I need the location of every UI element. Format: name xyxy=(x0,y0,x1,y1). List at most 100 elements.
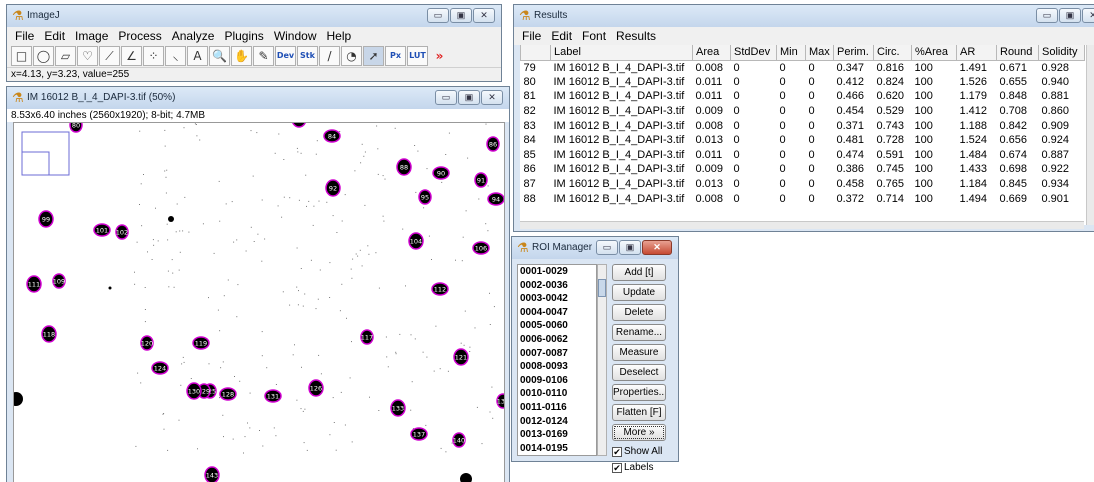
menu-image[interactable]: Image xyxy=(75,29,108,43)
table-row[interactable]: 88 IM 16012 B_I_4_DAPI-3.tif 0.008 0 0 0 0.372… xyxy=(521,191,1085,206)
list-item[interactable]: 0006-0062 xyxy=(518,333,596,347)
oval-tool-icon[interactable]: ◯ xyxy=(33,46,54,66)
column-header[interactable]: Min xyxy=(776,45,806,61)
text-tool-icon[interactable]: A xyxy=(187,46,208,66)
add-button[interactable]: Add [t] xyxy=(612,264,666,281)
list-item[interactable]: 0002-0036 xyxy=(518,279,596,293)
deselect-button[interactable]: Deselect xyxy=(612,364,666,381)
labels-checkbox[interactable]: ✔ Labels xyxy=(612,460,674,476)
properties-button[interactable]: Properties... xyxy=(612,384,666,401)
image-title-bar[interactable]: ⚗ IM 16012 B_I_4_DAPI-3.tif (50%) ▭ ▣ ✕ xyxy=(7,87,509,109)
table-row[interactable]: 82 IM 16012 B_I_4_DAPI-3.tif 0.009 0 0 0 0.454… xyxy=(521,104,1085,119)
column-header[interactable]: AR xyxy=(956,45,997,61)
lut-menu-icon[interactable]: LUT xyxy=(407,46,428,66)
menu-file[interactable]: File xyxy=(15,29,34,43)
column-header[interactable]: Max xyxy=(805,45,834,61)
results-horizontal-scrollbar[interactable] xyxy=(520,221,1084,229)
menu-window[interactable]: Window xyxy=(274,29,317,43)
table-row[interactable]: 83 IM 16012 B_I_4_DAPI-3.tif 0.008 0 0 0 0.371… xyxy=(521,118,1085,133)
menu-plugins[interactable]: Plugins xyxy=(224,29,263,43)
roi-list-scrollbar[interactable] xyxy=(597,264,607,456)
scroll-thumb[interactable] xyxy=(598,279,606,297)
arrow-tool-icon[interactable]: ➚ xyxy=(363,46,384,66)
delete-button[interactable]: Delete xyxy=(612,304,666,321)
list-item[interactable]: 0008-0093 xyxy=(518,360,596,374)
close-button[interactable]: ✕ xyxy=(642,240,672,255)
menu-analyze[interactable]: Analyze xyxy=(172,29,215,43)
magnifier-tool-icon[interactable]: 🔍 xyxy=(209,46,230,66)
column-header[interactable]: Perim. xyxy=(833,45,874,61)
developer-menu-icon[interactable]: Dev xyxy=(275,46,296,66)
polygon-tool-icon[interactable]: ▱ xyxy=(55,46,76,66)
rename-button[interactable]: Rename... xyxy=(612,324,666,341)
list-item[interactable]: 0011-0116 xyxy=(518,401,596,415)
results-menu-file[interactable]: File xyxy=(522,29,541,43)
table-row[interactable]: 79 IM 16012 B_I_4_DAPI-3.tif 0.008 0 0 0 0.347… xyxy=(521,60,1085,75)
show-all-checkbox[interactable]: ✔ Show All xyxy=(612,444,674,460)
list-item[interactable]: 0009-0106 xyxy=(518,374,596,388)
results-title-bar[interactable]: ⚗ Results ▭ ▣ ✕ xyxy=(514,5,1094,27)
roi-outline[interactable] xyxy=(292,123,306,128)
wand-tool-icon[interactable]: ⸜ xyxy=(165,46,186,66)
close-button[interactable]: ✕ xyxy=(481,90,503,105)
list-item[interactable]: 0007-0087 xyxy=(518,347,596,361)
close-button[interactable]: ✕ xyxy=(473,8,495,23)
table-row[interactable]: 81 IM 16012 B_I_4_DAPI-3.tif 0.011 0 0 0 0.466… xyxy=(521,89,1085,104)
image-canvas[interactable]: 80 79 84 86 88 90 91 92 94 95 99 101 102 104 106 109 111… xyxy=(13,122,505,482)
table-row[interactable]: 84 IM 16012 B_I_4_DAPI-3.tif 0.013 0 0 0 0.481… xyxy=(521,133,1085,148)
column-header[interactable]: Area xyxy=(692,45,731,61)
measure-button[interactable]: Measure xyxy=(612,344,666,361)
column-header[interactable]: Round xyxy=(996,45,1039,61)
column-header[interactable] xyxy=(520,45,551,61)
menu-help[interactable]: Help xyxy=(327,29,352,43)
angle-tool-icon[interactable]: ∠ xyxy=(121,46,142,66)
table-row[interactable]: 85 IM 16012 B_I_4_DAPI-3.tif 0.011 0 0 0 0.474… xyxy=(521,148,1085,163)
column-header[interactable]: %Area xyxy=(911,45,957,61)
flood-fill-tool-icon[interactable]: ◔ xyxy=(341,46,362,66)
menu-edit[interactable]: Edit xyxy=(44,29,65,43)
freehand-tool-icon[interactable]: ♡ xyxy=(77,46,98,66)
close-button[interactable]: ✕ xyxy=(1082,8,1094,23)
hand-tool-icon[interactable]: ✋ xyxy=(231,46,252,66)
list-item[interactable]: 0001-0029 xyxy=(518,265,596,279)
table-row[interactable]: 86 IM 16012 B_I_4_DAPI-3.tif 0.009 0 0 0 0.386… xyxy=(521,162,1085,177)
list-item[interactable]: 0003-0042 xyxy=(518,292,596,306)
list-item[interactable]: 0013-0169 xyxy=(518,428,596,442)
results-menu-results[interactable]: Results xyxy=(616,29,656,43)
imagej-title-bar[interactable]: ⚗ ImageJ ▭ ▣ ✕ xyxy=(7,5,501,27)
list-item[interactable]: 0010-0110 xyxy=(518,387,596,401)
maximize-button[interactable]: ▣ xyxy=(450,8,472,23)
minimize-button[interactable]: ▭ xyxy=(435,90,457,105)
column-header[interactable]: Solidity xyxy=(1038,45,1085,61)
update-button[interactable]: Update xyxy=(612,284,666,301)
rectangle-tool-icon[interactable]: □ xyxy=(11,46,32,66)
column-header[interactable]: Circ. xyxy=(873,45,912,61)
checkbox-box[interactable]: ✔ xyxy=(612,463,622,473)
roi-list[interactable]: 0001-0029 0002-0036 0003-0042 0004-0047 0005… xyxy=(517,264,597,456)
list-item[interactable]: 0012-0124 xyxy=(518,415,596,429)
flatten-button[interactable]: Flatten [F] xyxy=(612,404,666,421)
menu-process[interactable]: Process xyxy=(118,29,161,43)
maximize-button[interactable]: ▣ xyxy=(1059,8,1081,23)
maximize-button[interactable]: ▣ xyxy=(619,240,641,255)
minimize-button[interactable]: ▭ xyxy=(596,240,618,255)
list-item[interactable]: 0005-0060 xyxy=(518,319,596,333)
checkbox-box[interactable]: ✔ xyxy=(612,447,622,457)
minimize-button[interactable]: ▭ xyxy=(427,8,449,23)
table-row[interactable]: 80 IM 16012 B_I_4_DAPI-3.tif 0.011 0 0 0 0.412… xyxy=(521,75,1085,90)
list-item[interactable]: 0004-0047 xyxy=(518,306,596,320)
column-header[interactable]: StdDev xyxy=(730,45,777,61)
nuclei-image[interactable]: 80 79 84 86 88 90 91 92 94 95 99 101 102 104 106 109 111… xyxy=(14,123,505,482)
color-picker-tool-icon[interactable]: ✎ xyxy=(253,46,274,66)
minimize-button[interactable]: ▭ xyxy=(1036,8,1058,23)
results-vertical-scrollbar[interactable] xyxy=(1086,45,1094,225)
results-menu-edit[interactable]: Edit xyxy=(551,29,572,43)
point-tool-icon[interactable]: ⁘ xyxy=(143,46,164,66)
table-row[interactable]: 87 IM 16012 B_I_4_DAPI-3.tif 0.013 0 0 0 0.458… xyxy=(521,177,1085,192)
line-tool-icon[interactable]: ⟋ xyxy=(99,46,120,66)
roi-title-bar[interactable]: ⚗ ROI Manager ▭ ▣ ✕ xyxy=(512,237,678,259)
column-header[interactable]: Label xyxy=(550,45,693,61)
stack-menu-icon[interactable]: Stk xyxy=(297,46,318,66)
more-button[interactable]: More » xyxy=(612,424,666,441)
results-menu-font[interactable]: Font xyxy=(582,29,606,43)
